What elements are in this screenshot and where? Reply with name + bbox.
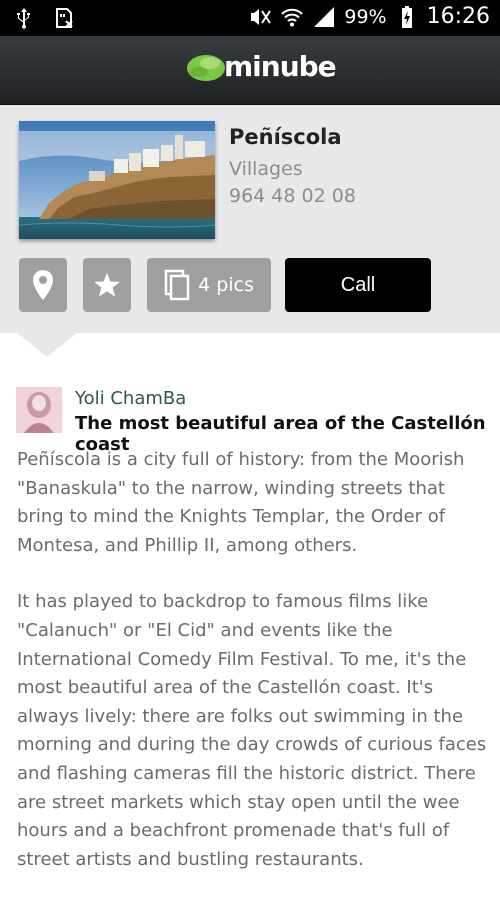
place-name: Peñíscola: [229, 125, 342, 149]
call-button[interactable]: Call: [285, 258, 431, 312]
status-left-icons: [12, 6, 76, 30]
panel-pointer: [17, 333, 77, 357]
sd-card-icon: [56, 8, 73, 28]
app-header: minube: [0, 36, 500, 105]
cloud-logo-icon: [187, 54, 225, 81]
logo-text: minube: [224, 50, 337, 83]
photos-stack-icon: [164, 269, 190, 301]
location-button[interactable]: [19, 258, 67, 312]
signal-icon: [314, 6, 335, 27]
map-pin-icon: [33, 270, 53, 300]
review-paragraph: It has played to backdrop to famous film…: [17, 591, 487, 870]
photos-count-label: 4 pics: [198, 274, 254, 296]
place-photo[interactable]: [19, 121, 215, 239]
favorite-button[interactable]: [83, 258, 131, 312]
avatar[interactable]: [16, 387, 62, 433]
place-panel: Peñíscola Villages 964 48 02 08 4 pics C…: [0, 105, 500, 333]
place-phone: 964 48 02 08: [229, 185, 356, 207]
clock: 16:26: [426, 4, 490, 29]
status-right: 99% 16:26: [248, 4, 490, 29]
review-author[interactable]: Yoli ChamBa: [75, 388, 186, 409]
review-paragraph: Peñíscola is a city full of history: fro…: [17, 449, 465, 556]
minube-logo[interactable]: minube: [186, 50, 337, 83]
photos-button[interactable]: 4 pics: [147, 258, 271, 312]
star-icon: [94, 272, 120, 297]
place-category: Villages: [229, 158, 303, 180]
mute-icon: [251, 8, 272, 25]
status-bar: 99% 16:26: [0, 0, 500, 36]
call-button-label: Call: [340, 273, 376, 296]
panel-bottom-edge: [0, 313, 500, 333]
battery-charging-icon: [401, 5, 412, 28]
usb-icon: [17, 8, 30, 29]
review-body: Peñíscola is a city full of history: fro…: [17, 446, 489, 902]
wifi-icon: [281, 8, 304, 26]
battery-percent: 99%: [344, 5, 387, 28]
